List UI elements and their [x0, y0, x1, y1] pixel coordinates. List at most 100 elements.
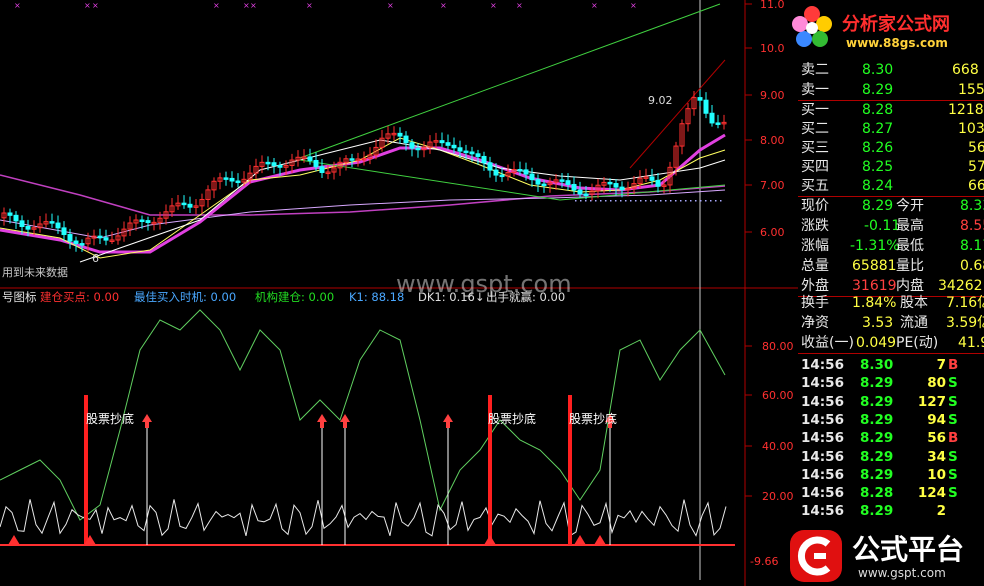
- support-dot: [635, 200, 637, 202]
- order-sell-1[interactable]: 卖一 8.29 155: [798, 80, 984, 100]
- candle-body: [415, 147, 421, 151]
- candlestick-series: [1, 90, 727, 252]
- candle-body: [79, 243, 85, 246]
- ind-institution: 机构建仓: 0.00: [255, 290, 335, 304]
- order-buy-2[interactable]: 买二 8.27 103: [798, 119, 984, 139]
- candle-body: [271, 162, 277, 166]
- price-axis-label: 8.00: [760, 134, 785, 147]
- order-buy-1[interactable]: 买一 8.28 1218: [798, 100, 984, 120]
- candle-body: [145, 220, 151, 224]
- ma-mid-line: [0, 189, 726, 239]
- candle-body: [445, 142, 451, 146]
- price-axis-label: 7.00: [760, 179, 785, 192]
- support-dot: [575, 200, 577, 202]
- ind-k1: K1: 88.18: [349, 290, 405, 304]
- candle-body: [139, 219, 145, 223]
- support-dot: [705, 200, 707, 202]
- support-dot: [595, 200, 597, 202]
- candle-body: [55, 222, 61, 229]
- support-dot: [660, 200, 662, 202]
- indicator-axis-label: 80.00: [762, 340, 794, 353]
- candle-body: [523, 169, 529, 175]
- top-marker: ×: [92, 1, 99, 10]
- candle-body: [103, 237, 109, 241]
- candle-body: [577, 189, 583, 195]
- candle-body: [655, 179, 661, 187]
- top-marker: ×: [440, 1, 447, 10]
- support-dot: [590, 200, 592, 202]
- candle-body: [535, 179, 541, 185]
- platform-title: 公式平台: [852, 533, 965, 566]
- support-dot: [670, 200, 672, 202]
- top-marker: ×: [387, 1, 394, 10]
- order-buy-5[interactable]: 买五 8.24 66: [798, 176, 984, 196]
- candle-body: [709, 112, 715, 124]
- support-dot: [625, 200, 627, 202]
- candle-body: [571, 183, 577, 191]
- top-marker: ×: [630, 1, 637, 10]
- order-buy-3[interactable]: 买三 8.26 56: [798, 138, 984, 158]
- candle-body: [469, 151, 475, 155]
- signal-label-bottom-3: 股票抄底: [569, 412, 618, 426]
- platform-url: www.gspt.com: [858, 566, 946, 580]
- candle-body: [349, 158, 355, 161]
- support-dot: [715, 200, 717, 202]
- candle-body: [493, 169, 499, 176]
- baseline-marker: [484, 535, 496, 545]
- candle-body: [583, 193, 589, 196]
- logo-url: www.88gs.com: [846, 36, 948, 50]
- candle-body: [475, 153, 481, 157]
- candle-body: [187, 203, 193, 208]
- trade-row: 14:56 8.29 94 S: [801, 411, 958, 428]
- trade-row: 14:56 8.29 2: [801, 503, 946, 520]
- candle-body: [529, 173, 535, 181]
- candle-body: [565, 180, 571, 185]
- platform-watermark: 公式平台 www.gspt.com: [778, 520, 984, 586]
- trend-green-line: [299, 3, 721, 159]
- support-dot: [620, 200, 622, 202]
- candle-body: [703, 99, 709, 114]
- candle-body: [559, 179, 565, 182]
- support-dot: [690, 200, 692, 202]
- candle-body: [7, 212, 13, 216]
- order-sell-2[interactable]: 卖二 8.30 668: [798, 60, 984, 80]
- support-dot: [685, 200, 687, 202]
- price-axis-label: 6.00: [760, 226, 785, 239]
- bottom-axis-value: -9.66: [750, 555, 778, 568]
- up-arrow-icon: [142, 414, 152, 428]
- signal-label-bottom-1: 股票抄底: [86, 412, 135, 426]
- candle-body: [235, 180, 241, 184]
- candle-body: [67, 234, 73, 242]
- support-dot: [655, 200, 657, 202]
- candle-body: [313, 159, 319, 168]
- trade-row: 14:56 8.29 56 B: [801, 430, 959, 447]
- trade-row: 14:56 8.29 127 S: [801, 393, 958, 410]
- candle-body: [403, 135, 409, 144]
- site-logo: 分析家公式网 www.88gs.com: [784, 0, 984, 56]
- candle-body: [319, 166, 325, 173]
- baseline-marker: [574, 535, 586, 545]
- order-buy-4[interactable]: 买四 8.25 57: [798, 157, 984, 177]
- top-marker: ×: [490, 1, 497, 10]
- baseline-marker: [594, 535, 606, 545]
- top-marker: ×: [306, 1, 313, 10]
- candle-body: [439, 140, 445, 144]
- candle-body: [517, 169, 523, 172]
- support-dot: [665, 200, 667, 202]
- trade-row: 14:56 8.29 34 S: [801, 448, 958, 465]
- stats-row-turnover: 换手 1.84% 股本 7.16亿: [801, 295, 984, 311]
- down-arrow-icon: ↓: [474, 290, 485, 304]
- candle-body: [73, 240, 79, 245]
- trade-row: 14:56 8.29 80 S: [801, 375, 958, 392]
- flower-logo-icon: [792, 6, 832, 47]
- top-marker: ×: [213, 1, 220, 10]
- trade-row: 14:56 8.29 10 S: [801, 466, 958, 483]
- stats-row-net-assets: 净资 3.53 流通 3.59亿: [801, 315, 984, 331]
- candle-body: [607, 181, 613, 185]
- support-dot: [720, 200, 722, 202]
- ind-dk1: DK1: 0.16↓: [418, 290, 485, 304]
- support-dot: [680, 200, 682, 202]
- high-price-marker: 9.02: [648, 94, 673, 107]
- trade-row: 14:56 8.30 7 B: [801, 357, 959, 373]
- quote-row-pct: 涨幅 -1.31% 最低 8.17: [801, 238, 984, 254]
